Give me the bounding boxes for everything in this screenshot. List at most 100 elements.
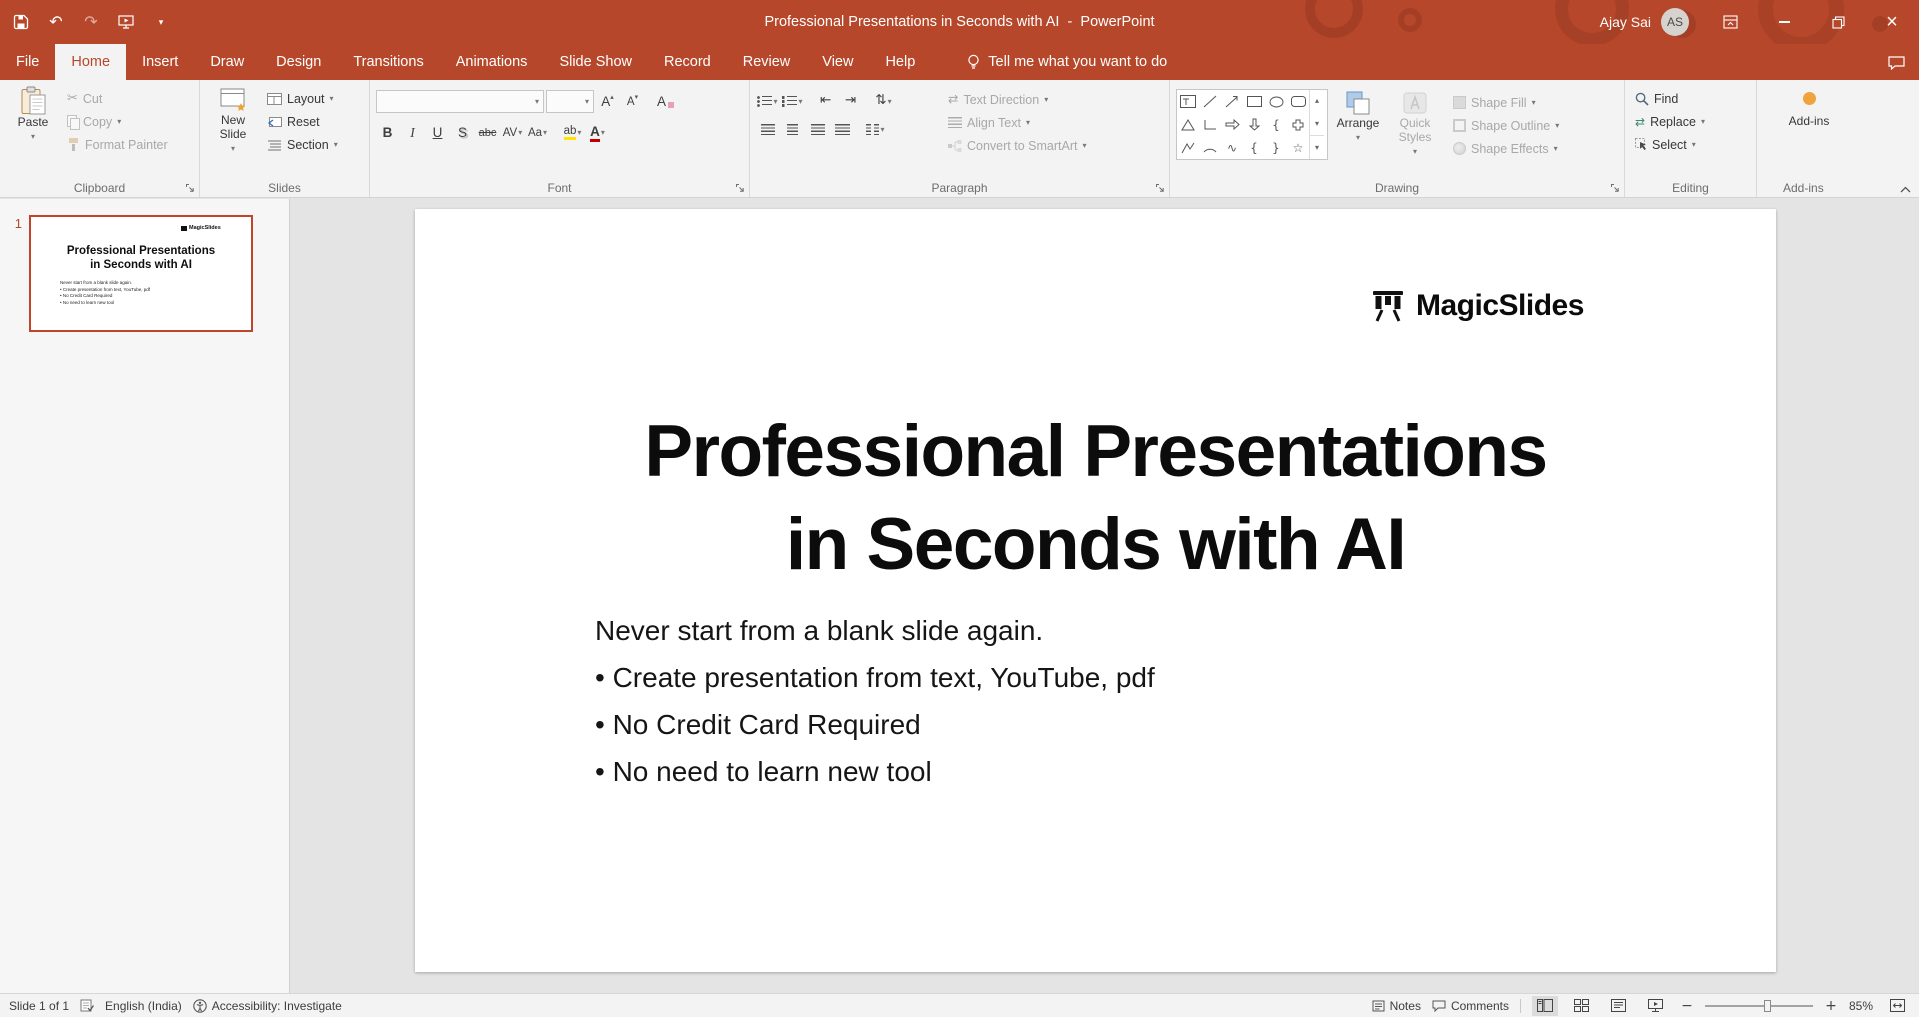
shape-left-brace[interactable]: { bbox=[1243, 136, 1265, 159]
shape-star[interactable]: ☆ bbox=[1287, 136, 1309, 159]
shape-plus[interactable] bbox=[1287, 113, 1309, 136]
shape-line-arrow[interactable] bbox=[1221, 90, 1243, 113]
language-button[interactable]: English (India) bbox=[105, 999, 182, 1013]
undo-button[interactable]: ↶ bbox=[45, 9, 67, 35]
align-center-button[interactable] bbox=[781, 118, 804, 141]
zoom-slider[interactable] bbox=[1704, 999, 1813, 1012]
increase-indent-button[interactable]: ⇥ bbox=[839, 90, 862, 113]
new-slide-button[interactable]: New Slide ▾ bbox=[206, 85, 260, 179]
tab-slide-show[interactable]: Slide Show bbox=[543, 44, 648, 80]
text-highlight-color-button[interactable]: ab ▾ bbox=[561, 121, 584, 144]
bold-button[interactable]: B bbox=[376, 121, 399, 144]
tab-design[interactable]: Design bbox=[260, 44, 337, 80]
slide-canvas[interactable]: MagicSlides Professional Presentations i… bbox=[415, 209, 1776, 972]
clear-formatting-button[interactable]: A bbox=[654, 90, 677, 113]
tab-help[interactable]: Help bbox=[869, 44, 931, 80]
tell-me-box[interactable]: Tell me what you want to do bbox=[967, 44, 1167, 80]
shapes-scroll-down[interactable]: ▾ bbox=[1310, 113, 1324, 136]
tab-record[interactable]: Record bbox=[648, 44, 727, 80]
slide-title-text[interactable]: Professional Presentations in Seconds wi… bbox=[415, 405, 1776, 591]
align-text-button[interactable]: Align Text ▾ bbox=[944, 111, 1090, 134]
paragraph-dialog-launcher[interactable] bbox=[1155, 183, 1165, 193]
shapes-scroll-up[interactable]: ▴ bbox=[1310, 90, 1324, 113]
comments-pane-button[interactable] bbox=[1873, 44, 1919, 80]
slide-thumbnail[interactable]: MagicSlides Professional Presentations i… bbox=[29, 215, 253, 332]
decrease-indent-button[interactable]: ⇤ bbox=[814, 90, 837, 113]
format-painter-button[interactable]: Format Painter bbox=[63, 133, 172, 156]
shape-arc[interactable] bbox=[1199, 136, 1221, 159]
font-size-combobox[interactable]: ▾ bbox=[546, 90, 594, 113]
redo-button[interactable]: ↷ bbox=[80, 9, 102, 35]
shape-oval[interactable] bbox=[1265, 90, 1287, 113]
comments-button[interactable]: Comments bbox=[1432, 999, 1509, 1013]
paste-button[interactable]: Paste ▾ bbox=[6, 85, 60, 179]
section-button[interactable]: Section ▾ bbox=[263, 133, 342, 156]
user-name[interactable]: Ajay Sai bbox=[1600, 14, 1651, 30]
tab-home[interactable]: Home bbox=[55, 44, 127, 80]
spelling-check-button[interactable] bbox=[80, 999, 95, 1012]
shape-fill-button[interactable]: Shape Fill ▾ bbox=[1449, 91, 1563, 114]
bullets-button[interactable]: ▾ bbox=[756, 90, 779, 113]
reading-view-button[interactable] bbox=[1606, 996, 1632, 1016]
replace-button[interactable]: ⇄ Replace ▾ bbox=[1631, 110, 1752, 133]
shape-effects-button[interactable]: Shape Effects ▾ bbox=[1449, 137, 1563, 160]
shape-line[interactable] bbox=[1199, 90, 1221, 113]
decrease-font-size-button[interactable]: A ▾ bbox=[621, 90, 644, 113]
save-button[interactable] bbox=[10, 9, 32, 35]
convert-to-smartart-button[interactable]: Convert to SmartArt ▾ bbox=[944, 134, 1090, 157]
collapse-ribbon-button[interactable] bbox=[1900, 186, 1911, 193]
shape-elbow-connector[interactable] bbox=[1199, 113, 1221, 136]
avatar[interactable]: AS bbox=[1661, 8, 1689, 36]
shapes-more-button[interactable]: ▾ bbox=[1310, 135, 1324, 159]
magicslides-logo[interactable]: MagicSlides bbox=[1372, 289, 1584, 323]
line-spacing-button[interactable]: ⇅ ▾ bbox=[872, 90, 895, 113]
cut-button[interactable]: ✂ Cut bbox=[63, 87, 172, 110]
tab-review[interactable]: Review bbox=[727, 44, 807, 80]
font-color-button[interactable]: A ▾ bbox=[586, 121, 609, 144]
copy-button[interactable]: Copy ▾ bbox=[63, 110, 172, 133]
font-dialog-launcher[interactable] bbox=[735, 183, 745, 193]
text-direction-button[interactable]: ⇄ Text Direction ▾ bbox=[944, 88, 1090, 111]
increase-font-size-button[interactable]: A ▴ bbox=[596, 90, 619, 113]
tab-view[interactable]: View bbox=[806, 44, 869, 80]
shape-bracket[interactable]: { bbox=[1265, 113, 1287, 136]
normal-view-button[interactable] bbox=[1531, 995, 1558, 1016]
font-name-combobox[interactable]: ▾ bbox=[376, 90, 544, 113]
change-case-button[interactable]: Aa ▾ bbox=[526, 121, 549, 144]
tab-animations[interactable]: Animations bbox=[440, 44, 544, 80]
slide-show-button[interactable] bbox=[1643, 996, 1669, 1016]
columns-button[interactable]: ▾ bbox=[864, 118, 887, 141]
zoom-out-button[interactable]: − bbox=[1680, 999, 1694, 1013]
tab-draw[interactable]: Draw bbox=[194, 44, 260, 80]
find-button[interactable]: Find bbox=[1631, 87, 1752, 110]
shape-text-box[interactable] bbox=[1177, 90, 1199, 113]
ribbon-display-options-button[interactable] bbox=[1703, 0, 1757, 44]
zoom-slider-thumb[interactable] bbox=[1764, 999, 1772, 1012]
layout-button[interactable]: Layout ▾ bbox=[263, 87, 342, 110]
strikethrough-button[interactable]: abc bbox=[476, 121, 499, 144]
zoom-in-button[interactable]: + bbox=[1824, 999, 1838, 1013]
minimize-button[interactable] bbox=[1757, 0, 1811, 44]
select-button[interactable]: Select ▾ bbox=[1631, 133, 1752, 156]
align-right-button[interactable] bbox=[806, 118, 829, 141]
reset-button[interactable]: Reset bbox=[263, 110, 342, 133]
tab-file[interactable]: File bbox=[0, 44, 55, 80]
close-button[interactable]: × bbox=[1865, 0, 1919, 44]
quick-styles-button[interactable]: Quick Styles ▾ bbox=[1388, 89, 1442, 179]
text-shadow-button[interactable]: S bbox=[451, 121, 474, 144]
accessibility-checker-button[interactable]: Accessibility: Investigate bbox=[193, 999, 342, 1013]
slide-sorter-view-button[interactable] bbox=[1569, 996, 1595, 1016]
slide-editing-area[interactable]: MagicSlides Professional Presentations i… bbox=[290, 199, 1919, 993]
customize-quick-access-toolbar-button[interactable]: ▾ bbox=[150, 9, 172, 35]
underline-button[interactable]: U bbox=[426, 121, 449, 144]
start-from-beginning-button[interactable] bbox=[115, 9, 137, 35]
shape-right-brace[interactable]: } bbox=[1265, 136, 1287, 159]
shape-outline-button[interactable]: Shape Outline ▾ bbox=[1449, 114, 1563, 137]
numbering-button[interactable]: ▾ bbox=[781, 90, 804, 113]
tab-insert[interactable]: Insert bbox=[126, 44, 194, 80]
align-left-button[interactable] bbox=[756, 118, 779, 141]
arrange-button[interactable]: Arrange ▾ bbox=[1331, 89, 1385, 179]
shape-freeform[interactable] bbox=[1177, 136, 1199, 159]
zoom-level[interactable]: 85% bbox=[1849, 999, 1873, 1013]
clipboard-dialog-launcher[interactable] bbox=[185, 183, 195, 193]
